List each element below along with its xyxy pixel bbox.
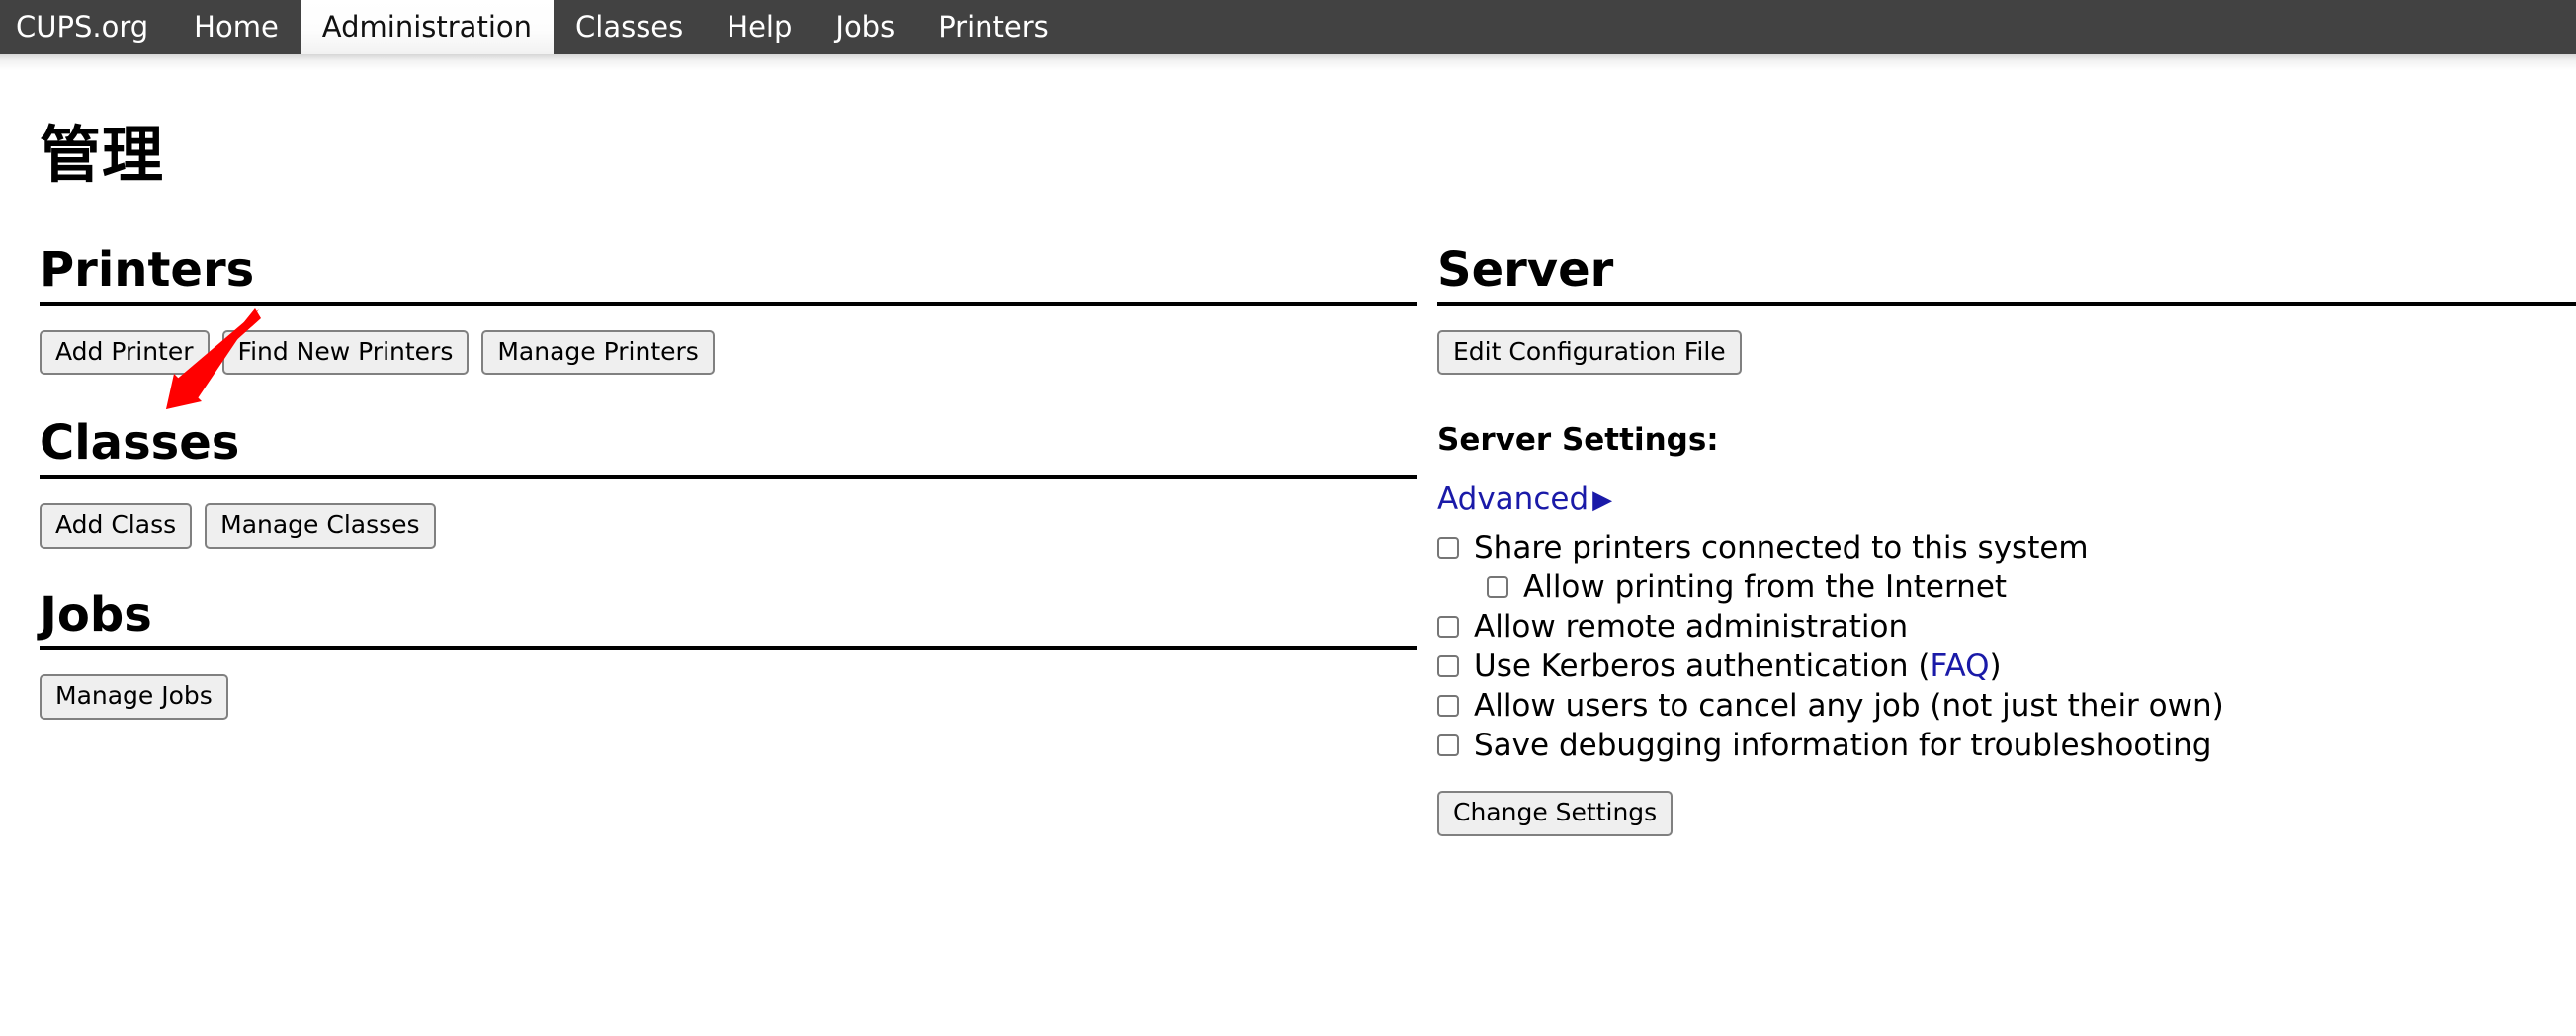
setting-label-share-printers: Share printers connected to this system <box>1474 529 2089 565</box>
jobs-rule <box>40 645 1417 650</box>
advanced-label: Advanced <box>1437 480 1589 517</box>
classes-button-row: Add Class Manage Classes <box>40 502 1430 549</box>
printers-rule <box>40 301 1417 306</box>
manage-jobs-button[interactable]: Manage Jobs <box>40 673 228 720</box>
server-button-row: Edit Configuration File <box>1437 329 2566 376</box>
advanced-toggle-link[interactable]: Advanced ▶ <box>1437 481 1612 518</box>
setting-row-allow-cancel-any-job: Allow users to cancel any job (not just … <box>1437 688 2566 724</box>
setting-label-save-debugging-info: Save debugging information for troublesh… <box>1474 727 2212 763</box>
classes-heading: Classes <box>40 415 240 472</box>
kerberos-text-before: Use Kerberos authentication ( <box>1474 648 1931 684</box>
checkbox-allow-remote-administration[interactable] <box>1437 615 1459 638</box>
setting-row-share-printers: Share printers connected to this system <box>1437 530 2566 565</box>
setting-row-allow-remote-administration: Allow remote administration <box>1437 609 2566 645</box>
setting-row-save-debugging-info: Save debugging information for troublesh… <box>1437 728 2566 763</box>
jobs-heading: Jobs <box>40 586 152 643</box>
nav-item-classes[interactable]: Classes <box>554 0 705 54</box>
change-settings-button-row: Change Settings <box>1437 790 2566 836</box>
setting-label-use-kerberos: Use Kerberos authentication (FAQ) <box>1474 649 2002 683</box>
manage-printers-button[interactable]: Manage Printers <box>481 329 715 376</box>
add-class-button[interactable]: Add Class <box>40 502 193 549</box>
manage-classes-button[interactable]: Manage Classes <box>205 502 436 549</box>
server-settings-checkbox-list: Share printers connected to this system … <box>1437 530 2566 763</box>
checkbox-share-printers[interactable] <box>1437 536 1459 559</box>
classes-rule <box>40 474 1417 479</box>
printers-button-row: Add Printer Find New Printers Manage Pri… <box>40 329 1430 376</box>
kerberos-text-after: ) <box>1989 648 2002 684</box>
main-content: Printers Add Printer Find New Printers M… <box>0 242 2576 836</box>
checkbox-use-kerberos[interactable] <box>1437 654 1459 677</box>
setting-label-allow-cancel-any-job: Allow users to cancel any job (not just … <box>1474 687 2224 724</box>
change-settings-button[interactable]: Change Settings <box>1437 790 1674 836</box>
spacer-classes-jobs <box>40 549 1430 590</box>
page-title: 管理 <box>40 119 165 191</box>
setting-row-use-kerberos: Use Kerberos authentication (FAQ) <box>1437 648 2566 684</box>
setting-row-allow-internet-printing: Allow printing from the Internet <box>1437 569 2566 605</box>
setting-label-allow-remote-administration: Allow remote administration <box>1474 608 1909 645</box>
printers-heading: Printers <box>40 242 255 299</box>
setting-label-allow-internet-printing: Allow printing from the Internet <box>1523 568 2008 605</box>
nav-item-home[interactable]: Home <box>172 0 301 54</box>
top-navbar: CUPS.org Home Administration Classes Hel… <box>0 0 2576 54</box>
find-new-printers-button[interactable]: Find New Printers <box>221 329 470 376</box>
server-heading: Server <box>1437 242 1614 299</box>
faq-link[interactable]: FAQ <box>1930 648 1989 684</box>
nav-item-printers[interactable]: Printers <box>916 0 1071 54</box>
spacer-printers-classes <box>40 375 1430 418</box>
nav-item-administration[interactable]: Administration <box>300 0 555 54</box>
nav-item-cups-org[interactable]: CUPS.org <box>0 0 172 54</box>
nav-item-jobs[interactable]: Jobs <box>814 0 916 54</box>
checkbox-allow-internet-printing[interactable] <box>1487 575 1508 598</box>
left-column: Printers Add Printer Find New Printers M… <box>0 245 1430 835</box>
server-rule <box>1437 301 2576 306</box>
add-printer-button[interactable]: Add Printer <box>40 329 210 376</box>
jobs-button-row: Manage Jobs <box>40 673 1430 720</box>
nav-item-help[interactable]: Help <box>705 0 814 54</box>
triangle-right-icon: ▶ <box>1592 484 1613 515</box>
checkbox-allow-cancel-any-job[interactable] <box>1437 694 1459 717</box>
edit-configuration-file-button[interactable]: Edit Configuration File <box>1437 329 1742 376</box>
right-column: Server Edit Configuration File Server Se… <box>1430 242 2576 836</box>
navbar-shadow <box>0 54 2576 70</box>
server-settings-label: Server Settings: <box>1437 422 1719 459</box>
checkbox-save-debugging-info[interactable] <box>1437 734 1459 756</box>
